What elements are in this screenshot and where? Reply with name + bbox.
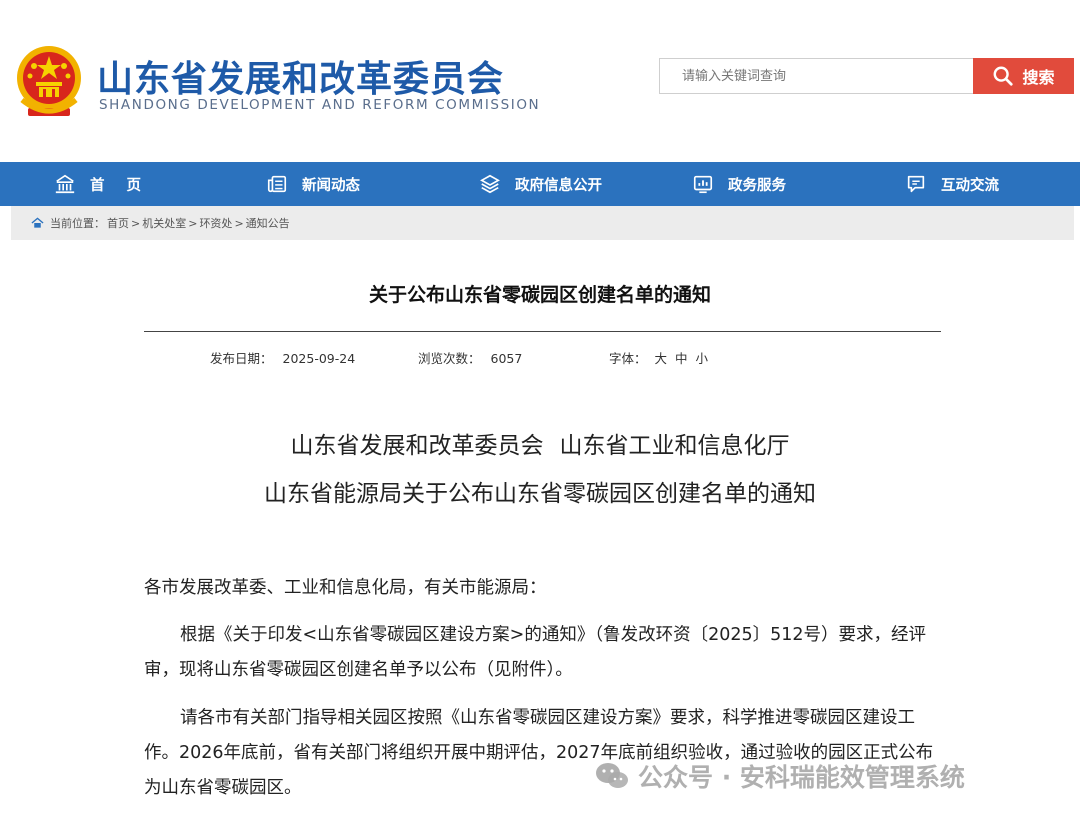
nav-item-gov-info-label: 政府信息公开 <box>515 177 602 194</box>
breadcrumb-separator: > <box>188 216 198 230</box>
salutation: 各市发展改革委、工业和信息化局，有关市能源局： <box>144 578 547 598</box>
nav-item-news-label: 新闻动态 <box>302 177 360 194</box>
site-subtitle: SHANDONG DEVELOPMENT AND REFORM COMMISSI… <box>99 97 541 113</box>
font-size-medium[interactable]: 中 <box>675 351 688 366</box>
view-count: 浏览次数： 6057 <box>418 348 522 367</box>
breadcrumb-item-offices[interactable]: 机关处室 <box>142 215 186 231</box>
nav-item-home[interactable]: 首页 <box>54 162 163 206</box>
document-heading-line-1: 山东省发展和改革委员会 山东省工业和信息化厅 <box>0 426 1080 460</box>
font-size-small[interactable]: 小 <box>696 351 709 366</box>
site-header: 山东省发展和改革委员会 SHANDONG DEVELOPMENT AND REF… <box>0 0 1080 160</box>
breadcrumb-separator: > <box>131 216 141 230</box>
nav-item-gov-info[interactable]: 政府信息公开 <box>479 162 602 206</box>
view-count-value: 6057 <box>490 351 523 366</box>
font-size-label: 字体： <box>609 351 647 366</box>
home-icon <box>55 174 75 194</box>
nav-item-services[interactable]: 政务服务 <box>692 162 786 206</box>
publish-date: 发布日期： 2025-09-24 <box>210 348 355 367</box>
search-icon <box>994 66 1014 86</box>
publish-date-label: 发布日期： <box>210 351 273 366</box>
watermark: 公众号 · 安科瑞能效管理系统 <box>594 758 965 794</box>
site-title: 山东省发展和改革委员会 <box>97 59 505 100</box>
wechat-icon <box>596 763 628 788</box>
page-title: 关于公布山东省零碳园区创建名单的通知 <box>368 284 711 306</box>
watermark-text: 公众号 · 安科瑞能效管理系统 <box>638 763 965 792</box>
nav-item-interaction-label: 互动交流 <box>941 177 999 194</box>
search-button[interactable]: 搜索 <box>973 58 1074 94</box>
publish-date-value: 2025-09-24 <box>282 351 356 366</box>
nav-item-news[interactable]: 新闻动态 <box>266 162 360 206</box>
national-emblem-icon[interactable] <box>14 44 84 120</box>
chart-icon <box>693 175 713 194</box>
layers-icon <box>480 174 500 194</box>
title-divider <box>144 331 941 332</box>
document-heading-line-2: 山东省能源局关于公布山东省零碳园区创建名单的通知 <box>264 481 816 507</box>
view-count-label: 浏览次数： <box>418 351 481 366</box>
breadcrumb-item-home[interactable]: 首页 <box>107 215 129 231</box>
chat-icon <box>907 175 925 193</box>
nav-item-interaction[interactable]: 互动交流 <box>905 162 999 206</box>
breadcrumb-item-notices[interactable]: 通知公告 <box>246 215 290 231</box>
home-icon <box>31 217 44 228</box>
body-paragraph-1: 根据《关于印发<山东省零碳园区建设方案>的通知》（鲁发改环资〔2025〕512号… <box>144 625 927 680</box>
nav-item-home-label: 首页 <box>90 177 163 194</box>
breadcrumb: 当前位置： 首页 > 机关处室 > 环资处 > 通知公告 <box>11 206 1074 240</box>
news-icon <box>267 175 287 193</box>
breadcrumb-separator: > <box>234 216 244 230</box>
main-nav: 首页 新闻动态 政府信息公开 政务服务 互动交流 <box>0 162 1080 206</box>
font-size-selector: 字体： 大 中 小 <box>609 348 708 367</box>
nav-item-services-label: 政务服务 <box>728 177 786 194</box>
search-box <box>659 58 974 94</box>
issuer-miit: 山东省工业和信息化厅 <box>559 433 790 459</box>
issuer-ndrc: 山东省发展和改革委员会 <box>290 433 544 459</box>
search-button-label: 搜索 <box>1022 68 1055 87</box>
search-input[interactable] <box>660 59 974 93</box>
breadcrumb-prefix: 当前位置： <box>50 217 105 230</box>
breadcrumb-item-environment[interactable]: 环资处 <box>199 215 232 231</box>
font-size-large[interactable]: 大 <box>655 351 668 366</box>
